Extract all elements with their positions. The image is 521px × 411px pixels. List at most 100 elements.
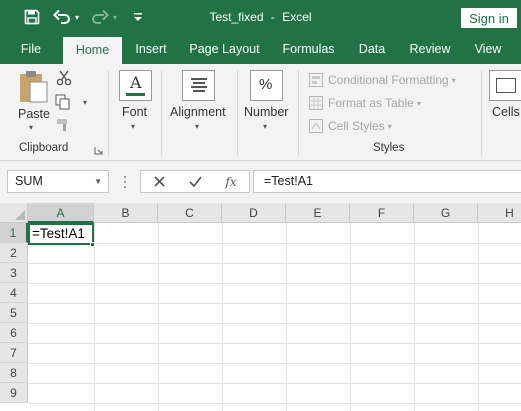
gridline xyxy=(414,223,415,411)
font-label: Font xyxy=(122,105,148,119)
styles-group-label: Styles xyxy=(373,142,405,154)
column-header[interactable]: D xyxy=(222,203,286,223)
row-header[interactable]: 9 xyxy=(0,383,28,403)
tab-home[interactable]: Home xyxy=(63,37,122,64)
column-header[interactable]: A xyxy=(28,203,94,223)
paste-icon xyxy=(20,71,48,103)
row-header[interactable]: 5 xyxy=(0,303,28,323)
tab-page-layout[interactable]: Page Layout xyxy=(186,35,263,64)
formula-input[interactable]: =Test!A1 xyxy=(253,170,521,193)
percent-icon: % xyxy=(250,70,283,101)
gridline xyxy=(28,283,521,284)
gridline xyxy=(28,343,521,344)
window-title: Test_fixed - Excel xyxy=(0,10,521,24)
column-header[interactable]: F xyxy=(350,203,414,223)
cells-icon xyxy=(489,70,521,101)
name-box-value: SUM xyxy=(15,174,43,188)
tab-file[interactable]: File xyxy=(10,35,52,64)
conditional-formatting-icon xyxy=(309,73,323,87)
ribbon: Paste ▾ ▾ Clipboard A Font ▾ Alignment ▾ xyxy=(0,64,521,161)
format-painter-icon[interactable] xyxy=(56,118,74,134)
gridline xyxy=(94,223,95,411)
cells-label: Cells xyxy=(492,105,520,119)
row-header[interactable]: 7 xyxy=(0,343,28,363)
column-header[interactable]: G xyxy=(414,203,478,223)
cell-styles-button: Cell Styles ▾ xyxy=(309,118,392,134)
ribbon-separator xyxy=(161,70,162,156)
select-all-corner[interactable] xyxy=(0,203,28,223)
name-box-dropdown-icon[interactable]: ▼ xyxy=(94,171,102,192)
formula-buttons: fx xyxy=(140,170,250,193)
gridline xyxy=(28,323,521,324)
alignment-button[interactable]: Alignment ▾ xyxy=(166,64,230,136)
app-name: Excel xyxy=(282,10,312,24)
formula-bar: SUM ▼ fx =Test!A1 xyxy=(0,161,521,203)
font-button[interactable]: A Font ▾ xyxy=(114,64,156,136)
clipboard-launcher-icon[interactable] xyxy=(94,144,104,155)
format-as-table-label: Format as Table xyxy=(328,96,414,110)
gridline xyxy=(28,403,521,404)
alignment-dropdown-icon: ▾ xyxy=(195,122,200,131)
number-button[interactable]: % Number ▾ xyxy=(242,64,292,136)
formula-bar-grip-icon xyxy=(124,176,127,188)
enter-icon[interactable] xyxy=(183,171,207,192)
active-cell-a1[interactable]: =Test!A1 xyxy=(28,223,94,245)
gridline xyxy=(286,223,287,411)
ribbon-separator xyxy=(481,70,482,156)
tab-view[interactable]: View xyxy=(469,35,507,64)
format-as-table-dropdown-icon: ▾ xyxy=(416,98,421,108)
column-header[interactable]: C xyxy=(158,203,222,223)
format-as-table-button: Format as Table ▾ xyxy=(309,95,421,111)
copy-icon[interactable] xyxy=(55,94,73,112)
name-box[interactable]: SUM ▼ xyxy=(7,170,109,193)
tab-data[interactable]: Data xyxy=(354,35,390,64)
ribbon-separator xyxy=(237,70,238,156)
paste-dropdown-icon: ▾ xyxy=(29,123,34,132)
cells-button[interactable]: Cells xyxy=(486,64,521,136)
number-label: Number xyxy=(244,105,289,119)
insert-function-icon[interactable]: fx xyxy=(219,171,243,192)
gridline xyxy=(28,363,521,364)
cell-styles-label: Cell Styles xyxy=(328,119,385,133)
gridline xyxy=(350,223,351,411)
conditional-formatting-dropdown-icon: ▾ xyxy=(451,75,456,85)
tab-formulas[interactable]: Formulas xyxy=(277,35,340,64)
ribbon-separator xyxy=(108,70,109,156)
gridline xyxy=(28,303,521,304)
gridline xyxy=(28,243,521,244)
row-header[interactable]: 1 xyxy=(0,223,28,243)
cancel-icon[interactable] xyxy=(147,171,171,192)
paste-button[interactable]: Paste ▾ xyxy=(14,70,52,132)
column-header[interactable]: H xyxy=(478,203,521,223)
worksheet-grid: A B C D E F G H 1 2 3 4 5 6 7 8 9 =Test!… xyxy=(0,203,521,411)
copy-dropdown-icon[interactable]: ▾ xyxy=(83,98,87,107)
row-header[interactable]: 4 xyxy=(0,283,28,303)
title-bar: ▾ ▾ Test_fixed - Excel Sign in xyxy=(0,0,521,35)
tab-review[interactable]: Review xyxy=(404,35,456,64)
clipboard-group-label: Clipboard xyxy=(19,142,69,154)
cell-styles-dropdown-icon: ▾ xyxy=(387,121,392,131)
title-separator: - xyxy=(270,10,275,24)
fill-handle[interactable] xyxy=(90,242,95,247)
row-header[interactable]: 3 xyxy=(0,263,28,283)
alignment-label: Alignment xyxy=(170,105,226,119)
gridline xyxy=(222,223,223,411)
number-dropdown-icon: ▾ xyxy=(263,122,268,131)
column-header[interactable]: E xyxy=(286,203,350,223)
row-header[interactable]: 8 xyxy=(0,363,28,383)
tab-insert[interactable]: Insert xyxy=(128,35,174,64)
font-icon: A xyxy=(119,70,152,101)
format-as-table-icon xyxy=(309,96,323,110)
paste-label: Paste xyxy=(18,107,50,121)
sign-in-button[interactable]: Sign in xyxy=(461,8,517,28)
conditional-formatting-button: Conditional Formatting ▾ xyxy=(309,72,456,88)
column-header[interactable]: B xyxy=(94,203,158,223)
cut-icon[interactable] xyxy=(56,70,74,88)
conditional-formatting-label: Conditional Formatting xyxy=(328,73,449,87)
alignment-icon xyxy=(182,70,215,101)
ribbon-separator xyxy=(298,70,299,156)
row-header[interactable]: 6 xyxy=(0,323,28,343)
font-dropdown-icon: ▾ xyxy=(131,122,136,131)
row-header[interactable]: 2 xyxy=(0,243,28,263)
file-name: Test_fixed xyxy=(209,10,264,24)
